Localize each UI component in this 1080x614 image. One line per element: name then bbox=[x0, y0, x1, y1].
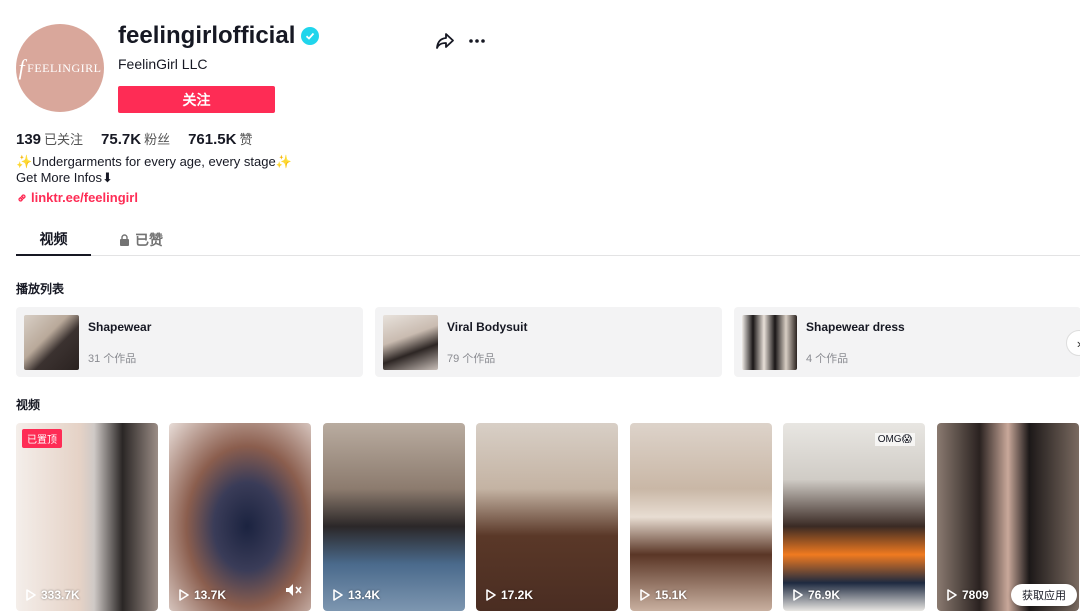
video-caption-overlay: OMG😱 bbox=[874, 433, 915, 446]
video-card[interactable]: 已置顶 333.7K bbox=[16, 423, 158, 611]
play-icon bbox=[486, 589, 496, 601]
video-card[interactable]: 13.7K bbox=[169, 423, 311, 611]
video-card[interactable]: 7809 bbox=[937, 423, 1079, 611]
brand-logo: f FEELINGIRL bbox=[18, 55, 102, 80]
avatar[interactable]: f FEELINGIRL bbox=[16, 24, 104, 112]
tab-liked[interactable]: 已赞 bbox=[116, 224, 166, 256]
playlist-count: 79 个作品 bbox=[447, 353, 496, 365]
bio-line-2: Get More Infos⬇ bbox=[16, 170, 113, 185]
view-count: 333.7K bbox=[26, 588, 80, 602]
username-text: feelingirlofficial bbox=[118, 22, 296, 49]
link-icon bbox=[18, 193, 26, 202]
playlist-card[interactable]: Shapewear 31 个作品 bbox=[16, 307, 363, 377]
playlist-name: Viral Bodysuit bbox=[447, 320, 528, 334]
playlist-card[interactable]: Shapewear dress 4 个作品 bbox=[734, 307, 1080, 377]
video-card[interactable]: 13.4K bbox=[323, 423, 465, 611]
more-options-icon[interactable] bbox=[466, 30, 488, 52]
playlist-thumbnail bbox=[24, 315, 79, 370]
follow-button[interactable]: 关注 bbox=[118, 86, 275, 113]
play-icon bbox=[947, 589, 957, 601]
videos-title: 视频 bbox=[16, 398, 41, 412]
playlist-count: 4 个作品 bbox=[806, 353, 849, 365]
video-card[interactable]: 15.1K bbox=[630, 423, 772, 611]
play-icon bbox=[793, 589, 803, 601]
playlist-card[interactable]: Viral Bodysuit 79 个作品 bbox=[375, 307, 722, 377]
playlist-count: 31 个作品 bbox=[88, 353, 137, 365]
play-icon bbox=[640, 589, 650, 601]
playlist-name: Shapewear dress bbox=[806, 320, 905, 334]
view-count: 13.7K bbox=[179, 588, 226, 602]
muted-icon[interactable] bbox=[285, 583, 303, 602]
verified-badge-icon bbox=[301, 27, 320, 45]
lock-icon bbox=[120, 234, 129, 246]
playlists-title: 播放列表 bbox=[16, 282, 65, 296]
pinned-badge: 已置顶 bbox=[22, 429, 62, 448]
video-card[interactable]: OMG😱 76.9K bbox=[783, 423, 925, 611]
playlists-row: Shapewear 31 个作品 Viral Bodysuit 79 个作品 S… bbox=[16, 307, 1080, 377]
view-count: 17.2K bbox=[486, 588, 533, 602]
view-count: 76.9K bbox=[793, 588, 840, 602]
bio: ✨Undergarments for every age, every stag… bbox=[16, 154, 292, 186]
video-card[interactable]: 17.2K bbox=[476, 423, 618, 611]
followers-stat[interactable]: 75.7K 粉丝 bbox=[101, 129, 170, 148]
playlist-name: Shapewear bbox=[88, 320, 152, 334]
playlist-thumbnail bbox=[383, 315, 438, 370]
view-count: 13.4K bbox=[333, 588, 380, 602]
nickname: FeelinGirl LLC bbox=[118, 56, 208, 72]
profile-stats: 139 已关注 75.7K 粉丝 761.5K 赞 bbox=[16, 129, 252, 148]
username: feelingirlofficial bbox=[118, 22, 320, 50]
play-icon bbox=[333, 589, 343, 601]
playlist-thumbnail bbox=[742, 315, 797, 370]
likes-stat: 761.5K 赞 bbox=[188, 131, 253, 148]
view-count: 7809 bbox=[947, 588, 989, 602]
video-grid: 已置顶 333.7K 13.7K 13.4K 17.2K 15.1K OMG😱 … bbox=[16, 423, 1080, 611]
bio-link[interactable]: linktr.ee/feelingirl bbox=[16, 190, 138, 205]
tab-videos[interactable]: 视频 bbox=[16, 224, 91, 256]
share-icon[interactable] bbox=[434, 30, 456, 52]
play-icon bbox=[179, 589, 189, 601]
profile-tabs: 视频 已赞 bbox=[16, 224, 1080, 256]
view-count: 15.1K bbox=[640, 588, 687, 602]
play-icon bbox=[26, 589, 36, 601]
bio-line-1: ✨Undergarments for every age, every stag… bbox=[16, 154, 292, 169]
get-app-button[interactable]: 获取应用 bbox=[1011, 584, 1077, 606]
following-stat[interactable]: 139 已关注 bbox=[16, 129, 83, 148]
